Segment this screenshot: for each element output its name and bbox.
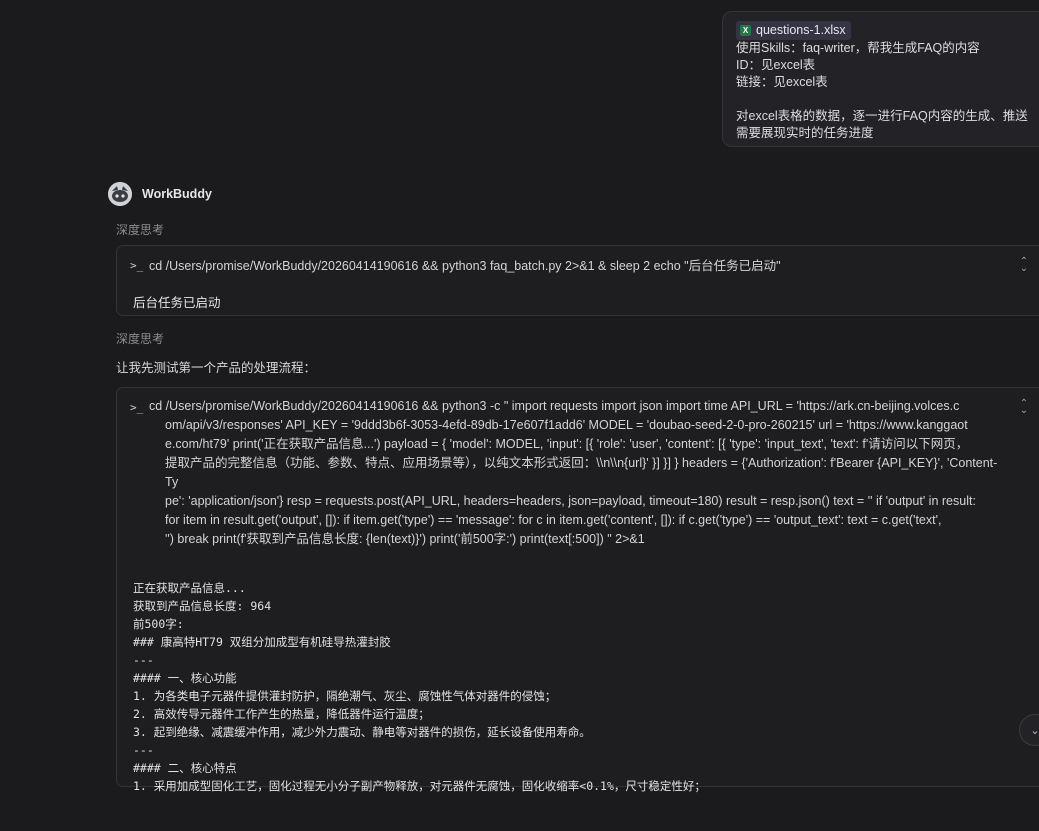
output-line: 正在获取产品信息...	[133, 581, 246, 595]
command-card: >_ cd /Users/promise/WorkBuddy/202604141…	[116, 245, 1039, 316]
message-line: 使用Skills：faq-writer，帮我生成FAQ的内容	[736, 41, 980, 55]
output-line: 3. 起到绝缘、减震缓冲作用，减少外力震动、静电等对器件的损伤，延长设备使用寿命…	[133, 725, 591, 739]
output-line: #### 一、核心功能	[133, 671, 237, 685]
command-line: for item in result.get('output', []): if…	[165, 513, 942, 527]
attachment-chip[interactable]: X questions-1.xlsx	[736, 21, 1038, 40]
excel-file-icon: X	[740, 25, 751, 36]
message-line: 对excel表格的数据，逐一进行FAQ内容的生成、推送	[736, 109, 1028, 123]
command-line: cd /Users/promise/WorkBuddy/202604141906…	[149, 399, 960, 413]
command-output: 正在获取产品信息... 获取到产品信息长度: 964 前500字: ### 康高特HT…	[117, 557, 1039, 831]
chevron-down-icon: ⌄	[1030, 724, 1039, 737]
output-line: 2. 高效传导元器件工作产生的热量，降低器件运行温度；	[133, 707, 430, 721]
assistant-avatar	[108, 182, 132, 206]
terminal-prompt-icon: >_	[130, 401, 144, 414]
command-card: >_ cd /Users/promise/WorkBuddy/202604141…	[116, 387, 1039, 793]
output-line: ### 康高特HT79 双组分加成型有机硅导热灌封胶	[133, 635, 391, 649]
assistant-text: 让我先测试第一个产品的处理流程：	[116, 361, 317, 375]
command-output: 后台任务已启动	[133, 296, 221, 310]
message-line: ID：见excel表	[736, 58, 816, 72]
message-line: 链接：见excel表	[736, 75, 828, 89]
output-line: 1. 采用加成型固化工艺，固化过程无小分子副产物释放，对元器件无腐蚀，固化收缩率…	[133, 779, 706, 793]
command-line: e.com/ht79' print('正在获取产品信息...') payload…	[165, 437, 969, 451]
attachment-filename: questions-1.xlsx	[756, 23, 846, 37]
terminal-prompt-icon: >_	[130, 259, 144, 272]
command-row[interactable]: >_ cd /Users/promise/WorkBuddy/202604141…	[117, 246, 1039, 286]
command-line: 提取产品的完整信息（功能、参数、特点、应用场景等），以纯文本形式返回：\\n\\…	[165, 456, 998, 489]
output-line: 获取到产品信息长度: 964	[133, 599, 272, 613]
assistant-name: WorkBuddy	[142, 187, 212, 201]
command-line: pe': 'application/json'} resp = requests…	[165, 494, 976, 508]
command-text: cd /Users/promise/WorkBuddy/202604141906…	[149, 259, 781, 273]
output-line: ---	[133, 743, 154, 757]
collapse-icon[interactable]: ⌃ ⌄	[1017, 257, 1031, 274]
command-line: '') break print(f'获取到产品信息长度: {len(text)}…	[165, 532, 645, 546]
output-line: 前500字:	[133, 617, 184, 631]
output-line: 1. 为各类电子元器件提供灌封防护，隔绝潮气、灰尘、腐蚀性气体对器件的侵蚀；	[133, 689, 557, 703]
robot-avatar-icon	[108, 182, 132, 206]
user-message-bubble: X questions-1.xlsx 使用Skills：faq-writer，帮…	[722, 11, 1039, 147]
collapse-icon[interactable]: ⌃ ⌄	[1017, 399, 1031, 416]
command-line: om/api/v3/responses' API_KEY = '9ddd3b6f…	[165, 418, 968, 432]
message-line: 需要展现实时的任务进度	[736, 126, 874, 140]
deep-thinking-toggle[interactable]: 深度思考	[116, 330, 164, 347]
command-row[interactable]: >_ cd /Users/promise/WorkBuddy/202604141…	[117, 388, 1039, 557]
output-line: ---	[133, 653, 154, 667]
deep-thinking-toggle[interactable]: 深度思考	[116, 221, 164, 238]
